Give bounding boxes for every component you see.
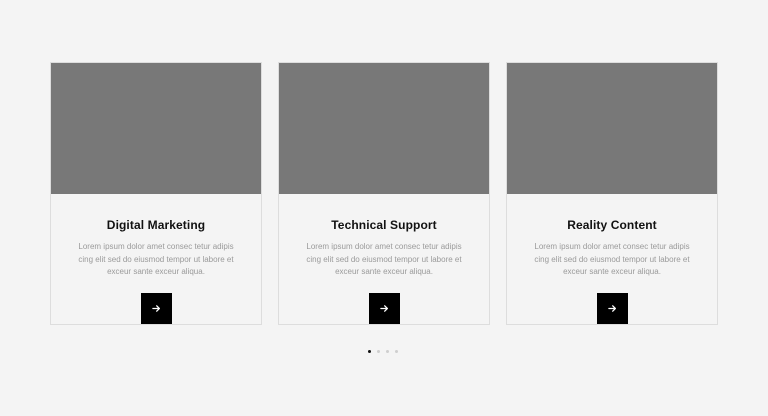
card-image-placeholder	[51, 63, 261, 194]
card-title: Reality Content	[567, 218, 657, 232]
arrow-right-icon	[152, 305, 161, 312]
service-card-digital-marketing: Digital Marketing Lorem ipsum dolor amet…	[50, 62, 262, 325]
card-arrow-button[interactable]	[597, 293, 628, 324]
card-title: Technical Support	[331, 218, 437, 232]
pagination-dot[interactable]	[368, 350, 371, 353]
carousel-pagination	[368, 350, 398, 354]
card-arrow-button[interactable]	[369, 293, 400, 324]
services-carousel: Digital Marketing Lorem ipsum dolor amet…	[0, 0, 768, 416]
card-image-placeholder	[279, 63, 489, 194]
card-image-placeholder	[507, 63, 717, 194]
service-card-reality-content: Reality Content Lorem ipsum dolor amet c…	[506, 62, 718, 325]
pagination-dot[interactable]	[386, 350, 389, 353]
service-card-technical-support: Technical Support Lorem ipsum dolor amet…	[278, 62, 490, 325]
card-title: Digital Marketing	[106, 218, 206, 232]
card-description: Lorem ipsum dolor amet consec tetur adip…	[306, 242, 462, 276]
arrow-right-icon	[380, 305, 389, 312]
card-description: Lorem ipsum dolor amet consec tetur adip…	[534, 242, 690, 276]
card-list: Digital Marketing Lorem ipsum dolor amet…	[50, 62, 718, 325]
pagination-dot[interactable]	[377, 350, 380, 353]
arrow-right-icon	[608, 305, 617, 312]
pagination-dot[interactable]	[395, 350, 398, 353]
card-arrow-button[interactable]	[141, 293, 172, 324]
card-description: Lorem ipsum dolor amet consec tetur adip…	[78, 242, 234, 276]
